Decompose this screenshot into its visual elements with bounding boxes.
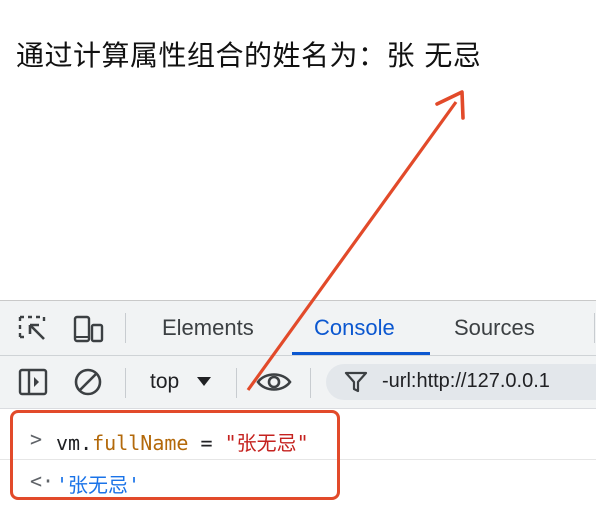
toolbar-divider — [125, 368, 126, 398]
clear-console-icon[interactable] — [72, 368, 104, 396]
tab-sources[interactable]: Sources — [454, 315, 535, 341]
rendered-page: 通过计算属性组合的姓名为：张 无忌 — [0, 0, 596, 300]
toolbar-divider-2 — [236, 368, 237, 398]
device-toolbar-icon[interactable] — [72, 315, 104, 343]
full-name-text: 通过计算属性组合的姓名为：张 无忌 — [16, 39, 482, 72]
inspect-element-icon[interactable] — [18, 315, 50, 343]
tabbar-divider-right — [594, 313, 595, 343]
context-selector[interactable]: top — [150, 370, 179, 394]
tab-elements[interactable]: Elements — [162, 315, 254, 341]
live-expression-eye-icon[interactable] — [256, 368, 292, 396]
annotation-highlight-box — [10, 410, 340, 500]
chevron-down-icon[interactable] — [197, 377, 211, 386]
tabbar-divider — [125, 313, 126, 343]
tab-console[interactable]: Console — [314, 315, 395, 341]
filter-input[interactable] — [382, 370, 596, 393]
toolbar-divider-3 — [310, 368, 311, 398]
console-toolbar: top — [0, 356, 596, 409]
devtools-tabbar: Elements Console Sources — [0, 301, 596, 356]
sidebar-toggle-icon[interactable] — [18, 368, 50, 396]
active-tab-indicator — [292, 352, 430, 355]
filter-icon — [344, 371, 368, 393]
